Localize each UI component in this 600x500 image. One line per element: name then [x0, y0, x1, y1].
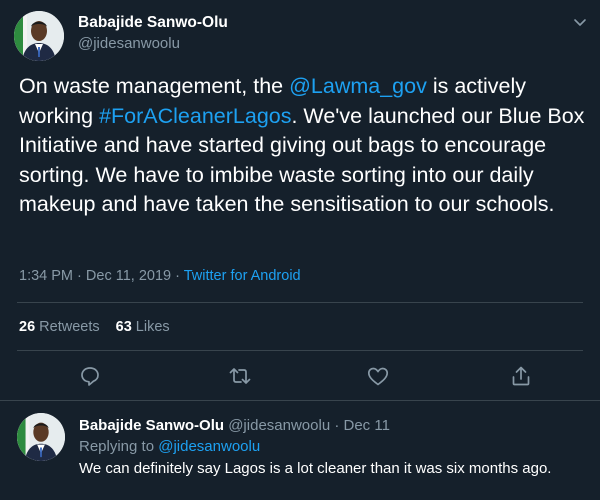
- main-tweet: Babajide Sanwo-Olu @jidesanwoolu On wast…: [0, 0, 600, 395]
- author-handle[interactable]: @jidesanwoolu: [78, 35, 180, 52]
- avatar[interactable]: [17, 413, 65, 461]
- divider: [17, 302, 583, 303]
- meta-separator: ·: [334, 417, 340, 434]
- likes-label: Likes: [135, 319, 170, 335]
- share-icon[interactable]: [509, 364, 533, 388]
- reply-tweet[interactable]: Babajide Sanwo-Olu @jidesanwoolu · Dec 1…: [0, 401, 600, 500]
- likes-count: 63: [115, 319, 132, 335]
- tweet-meta: 1:34 PM · Dec 11, 2019 · Twitter for And…: [19, 268, 301, 284]
- hashtag-link[interactable]: #ForACleanerLagos: [99, 104, 291, 128]
- tweet-time[interactable]: 1:34 PM: [19, 268, 73, 284]
- reply-author-name[interactable]: Babajide Sanwo-Olu: [79, 417, 224, 434]
- reply-text: We can definitely say Lagos is a lot cle…: [79, 460, 552, 477]
- engagement-stats: 26 Retweets 63 Likes: [19, 319, 170, 335]
- retweets-label: Retweets: [39, 319, 100, 335]
- retweets-count: 26: [19, 319, 36, 335]
- reply-icon[interactable]: [78, 364, 102, 388]
- tweet-text-part: On waste management, the: [19, 74, 290, 98]
- replying-to-label: Replying to: [79, 438, 155, 455]
- reply-header: Babajide Sanwo-Olu @jidesanwoolu · Dec 1…: [79, 417, 390, 434]
- reply-author-handle[interactable]: @jidesanwoolu: [228, 417, 330, 434]
- tweet-text: On waste management, the @Lawma_gov is a…: [19, 72, 591, 220]
- tweet-source-link[interactable]: Twitter for Android: [184, 268, 301, 284]
- divider: [17, 350, 583, 351]
- retweets-stat[interactable]: 26 Retweets: [19, 319, 100, 335]
- avatar[interactable]: [14, 11, 64, 61]
- reply-date[interactable]: Dec 11: [344, 417, 390, 434]
- tweet-date[interactable]: Dec 11, 2019: [86, 268, 171, 284]
- retweet-icon[interactable]: [228, 364, 252, 388]
- meta-separator: ·: [175, 268, 180, 284]
- replying-to-handle[interactable]: @jidesanwoolu: [158, 438, 260, 455]
- meta-separator: ·: [77, 268, 82, 284]
- like-icon[interactable]: [366, 364, 390, 388]
- mention-link[interactable]: @Lawma_gov: [289, 74, 427, 98]
- tweet-actions: [0, 364, 600, 390]
- likes-stat[interactable]: 63 Likes: [116, 319, 170, 335]
- author-name[interactable]: Babajide Sanwo-Olu: [78, 14, 228, 32]
- replying-to: Replying to @jidesanwoolu: [79, 438, 260, 455]
- chevron-down-icon[interactable]: [572, 14, 588, 30]
